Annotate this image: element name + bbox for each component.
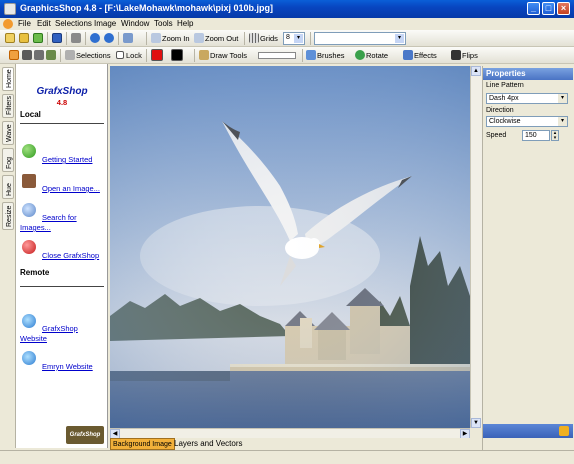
tab-background-image[interactable]: Background Image	[110, 438, 175, 450]
globe-icon	[22, 314, 36, 328]
effects-button[interactable]: Effects	[414, 50, 437, 61]
scroll-down-icon[interactable]: ▼	[471, 418, 481, 428]
help-icon[interactable]	[559, 426, 569, 436]
speed-label: Speed	[486, 132, 507, 139]
getting-started-icon	[22, 144, 36, 158]
lake-photo	[110, 66, 470, 428]
draw-tools-icon	[199, 50, 209, 60]
app-icon[interactable]	[4, 3, 16, 15]
speed-spinner[interactable]: ▴ ▾	[551, 130, 559, 141]
vertical-scrollbar[interactable]: ▲ ▼	[470, 66, 482, 428]
title-bar: GraphicsShop 4.8 - [F:\LakeMohawk\mohawk…	[0, 0, 574, 18]
primary-color-swatch[interactable]	[151, 49, 163, 61]
secondary-color-swatch[interactable]	[171, 49, 183, 61]
local-heading: Local	[20, 110, 41, 119]
grid-icon[interactable]	[249, 33, 259, 43]
grafxshop-website-link[interactable]: GrafxShop Website	[20, 324, 78, 344]
redo-icon[interactable]	[104, 33, 114, 43]
tools-toolbar: Selections Lock Draw Tools Brushes Rotat…	[0, 47, 574, 64]
line-pattern-select[interactable]: Dash 4px ▾	[486, 93, 568, 104]
lock-checkbox[interactable]	[116, 51, 124, 59]
line-pattern-label: Line Pattern	[486, 82, 524, 89]
menu-tools[interactable]: Tools	[154, 19, 173, 28]
rotate-button[interactable]: Rotate	[366, 50, 388, 61]
pointer-icon[interactable]	[22, 50, 32, 60]
app-logo: GrafxShop	[36, 86, 88, 97]
menu-file[interactable]: File	[18, 19, 31, 28]
menu-selections[interactable]: Selections	[55, 19, 92, 28]
open-image-link[interactable]: Open an Image...	[42, 184, 100, 194]
getting-started-link[interactable]: Getting Started	[42, 155, 92, 165]
crop-icon[interactable]	[34, 50, 44, 60]
zoom-out-button[interactable]: Zoom Out	[205, 33, 238, 44]
flips-icon	[451, 50, 461, 60]
home-panel: GrafxShop 4.8 Local Getting Started Open…	[16, 64, 108, 448]
speed-input[interactable]: 150	[522, 130, 550, 141]
globe-icon	[22, 351, 36, 365]
undo-icon[interactable]	[90, 33, 100, 43]
footer-logo: GrafxShop	[66, 426, 104, 444]
menu-window[interactable]: Window	[121, 19, 149, 28]
properties-panel: Properties Line Pattern Dash 4px ▾ Direct…	[482, 66, 574, 450]
remote-heading: Remote	[20, 268, 50, 277]
tab-layers-vectors[interactable]: Layers and Vectors	[172, 438, 244, 450]
search-icon	[22, 203, 36, 217]
open-image-icon	[22, 174, 36, 188]
lock-label: Lock	[126, 51, 142, 60]
image-canvas[interactable]	[110, 66, 470, 428]
grids-button[interactable]: Grids	[260, 33, 278, 44]
selections-icon	[65, 50, 75, 60]
emryn-website-link[interactable]: Emryn Website	[42, 362, 93, 372]
menu-bar: File Edit Selections Image Window Tools …	[0, 18, 574, 30]
divider	[20, 286, 104, 287]
zoom-out-icon[interactable]	[194, 33, 204, 43]
zoom-in-button[interactable]: Zoom In	[162, 33, 190, 44]
selections-button[interactable]: Selections	[76, 50, 111, 61]
app-version: 4.8	[56, 98, 68, 107]
fit-icon[interactable]	[123, 33, 133, 43]
divider	[20, 123, 104, 124]
menu-help[interactable]: Help	[177, 19, 193, 28]
brushes-icon	[306, 50, 316, 60]
maximize-button[interactable]: □	[542, 2, 555, 15]
grid-size-select[interactable]: 8 ▾	[283, 32, 305, 45]
menu-edit[interactable]: Edit	[37, 19, 51, 28]
flips-button[interactable]: Flips	[462, 50, 478, 61]
main-toolbar: Zoom In Zoom Out Grids 8 ▾ ▾	[0, 30, 574, 47]
menu-image[interactable]: Image	[94, 19, 116, 28]
document-icon[interactable]	[3, 19, 13, 29]
close-button[interactable]: ×	[557, 2, 570, 15]
scroll-up-icon[interactable]: ▲	[471, 66, 481, 76]
layer-tabs: Background Image Layers and Vectors	[110, 438, 482, 450]
rotate-icon	[355, 50, 365, 60]
zoom-select[interactable]: ▾	[314, 32, 406, 45]
save-icon[interactable]	[52, 33, 62, 43]
cut-icon[interactable]	[71, 33, 81, 43]
close-app-icon	[22, 240, 36, 254]
tab-resize[interactable]: Resize	[2, 202, 14, 230]
close-grafxshop-link[interactable]: Close GrafxShop	[42, 251, 99, 261]
side-tab-strip: Home Filters Wave Fog Hue Resize	[0, 64, 16, 448]
status-bar	[0, 450, 574, 464]
properties-footer	[483, 424, 573, 438]
search-images-link[interactable]: Search for Images...	[20, 213, 77, 233]
brushes-button[interactable]: Brushes	[317, 50, 345, 61]
properties-title: Properties	[483, 68, 573, 80]
direction-label: Direction	[486, 107, 514, 114]
horizontal-scrollbar[interactable]: ◀ ▶	[110, 428, 470, 439]
open-icon[interactable]	[19, 33, 29, 43]
zoom-in-icon[interactable]	[151, 33, 161, 43]
brush-size-slider[interactable]	[258, 52, 296, 59]
new-icon[interactable]	[5, 33, 15, 43]
minimize-button[interactable]: _	[527, 2, 540, 15]
window-title: GraphicsShop 4.8 - [F:\LakeMohawk\mohawk…	[20, 3, 274, 13]
direction-select[interactable]: Clockwise ▾	[486, 116, 568, 127]
draw-tools-button[interactable]: Draw Tools	[210, 50, 247, 61]
effects-icon	[403, 50, 413, 60]
dropper-icon[interactable]	[46, 50, 56, 60]
check-icon[interactable]	[33, 33, 43, 43]
